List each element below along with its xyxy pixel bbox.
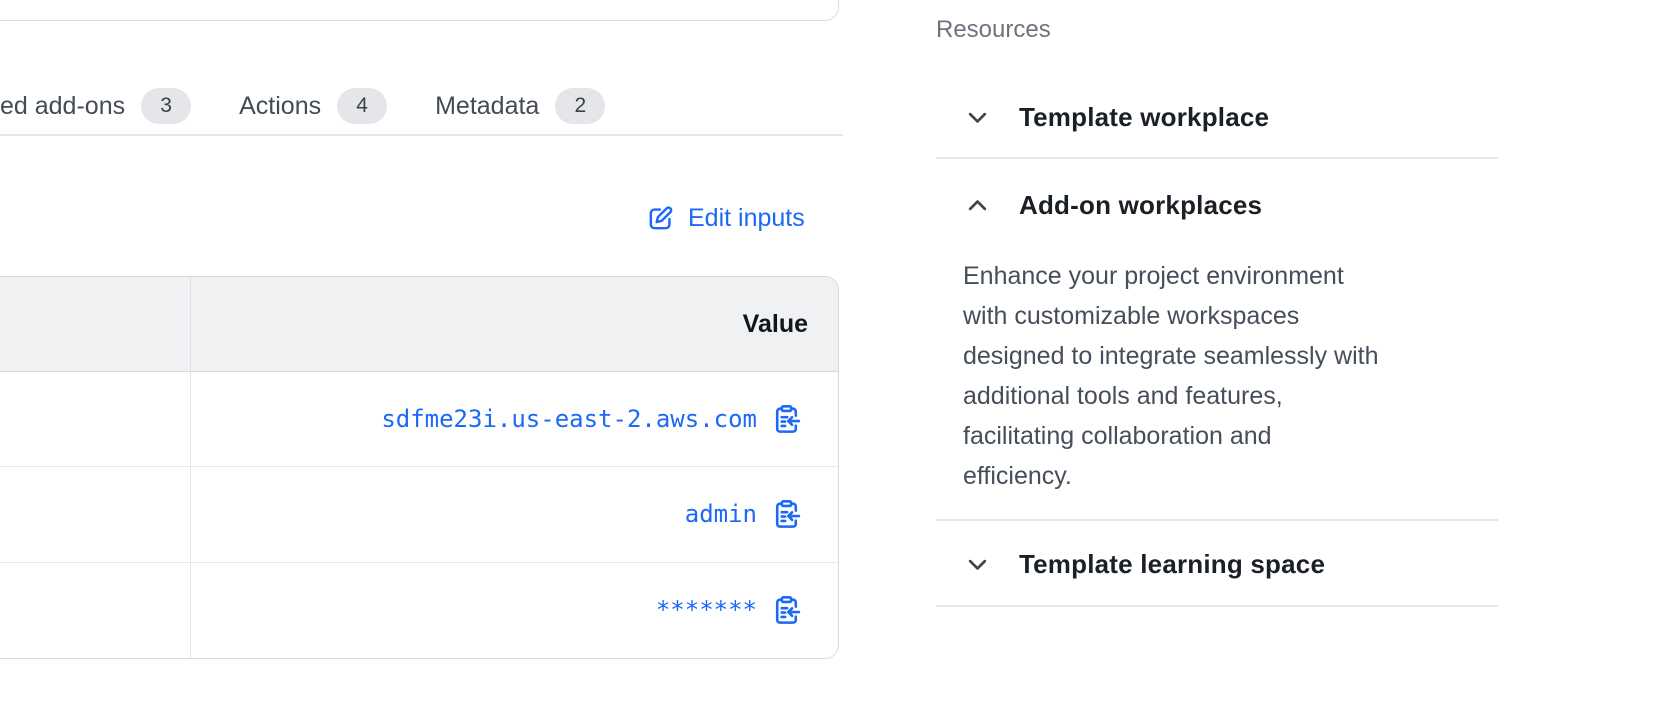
chevron-up-icon [964,192,991,219]
tab-label: Metadata [435,92,539,121]
clipboard-copy-icon[interactable] [771,404,802,435]
tab-metadata[interactable]: Metadata 2 [435,88,605,124]
input-name-cell [0,467,191,561]
inputs-table: Value sdfme23i.us-east-2.aws.com admin [0,276,839,659]
input-value-cell: ******* [191,563,838,658]
divider [936,605,1498,607]
previous-card-bottom-edge [0,0,839,21]
section-template-workplace[interactable]: Template workplace [964,95,1269,139]
tab-count-badge: 2 [555,88,605,124]
section-description: Enhance your project environment with cu… [963,256,1508,496]
tab-count-badge: 4 [337,88,387,124]
resources-heading: Resources [936,16,1051,44]
chevron-down-icon [964,104,991,131]
table-row: ******* [0,563,838,658]
table-row: sdfme23i.us-east-2.aws.com [0,372,838,467]
clipboard-copy-icon[interactable] [771,499,802,530]
clipboard-copy-icon[interactable] [771,595,802,626]
input-value: sdfme23i.us-east-2.aws.com [381,405,757,433]
tab-count-badge: 3 [141,88,191,124]
input-value-cell: admin [191,467,838,561]
divider [936,519,1498,521]
table-row: admin [0,467,838,562]
edit-pencil-icon [646,204,675,233]
section-title: Add-on workplaces [1019,190,1262,221]
tab-installed-add-ons[interactable]: ed add-ons 3 [0,88,191,124]
divider [936,157,1498,159]
resources-panel: Resources Template workplace Add-on work… [936,0,1498,728]
table-header-row: Value [0,277,838,372]
value-column-header: Value [191,277,838,371]
section-title: Template workplace [1019,102,1269,133]
input-name-cell [0,372,191,466]
chevron-down-icon [964,551,991,578]
input-value-masked: ******* [656,596,757,624]
edit-inputs-button[interactable]: Edit inputs [646,198,805,238]
tab-label: Actions [239,92,321,121]
edit-inputs-label: Edit inputs [688,204,805,233]
tab-label: ed add-ons [0,92,125,121]
tab-actions[interactable]: Actions 4 [239,88,387,124]
input-value-cell: sdfme23i.us-east-2.aws.com [191,372,838,466]
section-title: Template learning space [1019,549,1325,580]
section-template-learning-space[interactable]: Template learning space [964,542,1325,586]
input-value: admin [685,500,757,528]
input-name-cell [0,563,191,658]
section-add-on-workplaces[interactable]: Add-on workplaces [964,183,1262,227]
name-column-header [0,277,191,371]
tab-bar: ed add-ons 3 Actions 4 Metadata 2 [0,78,843,136]
